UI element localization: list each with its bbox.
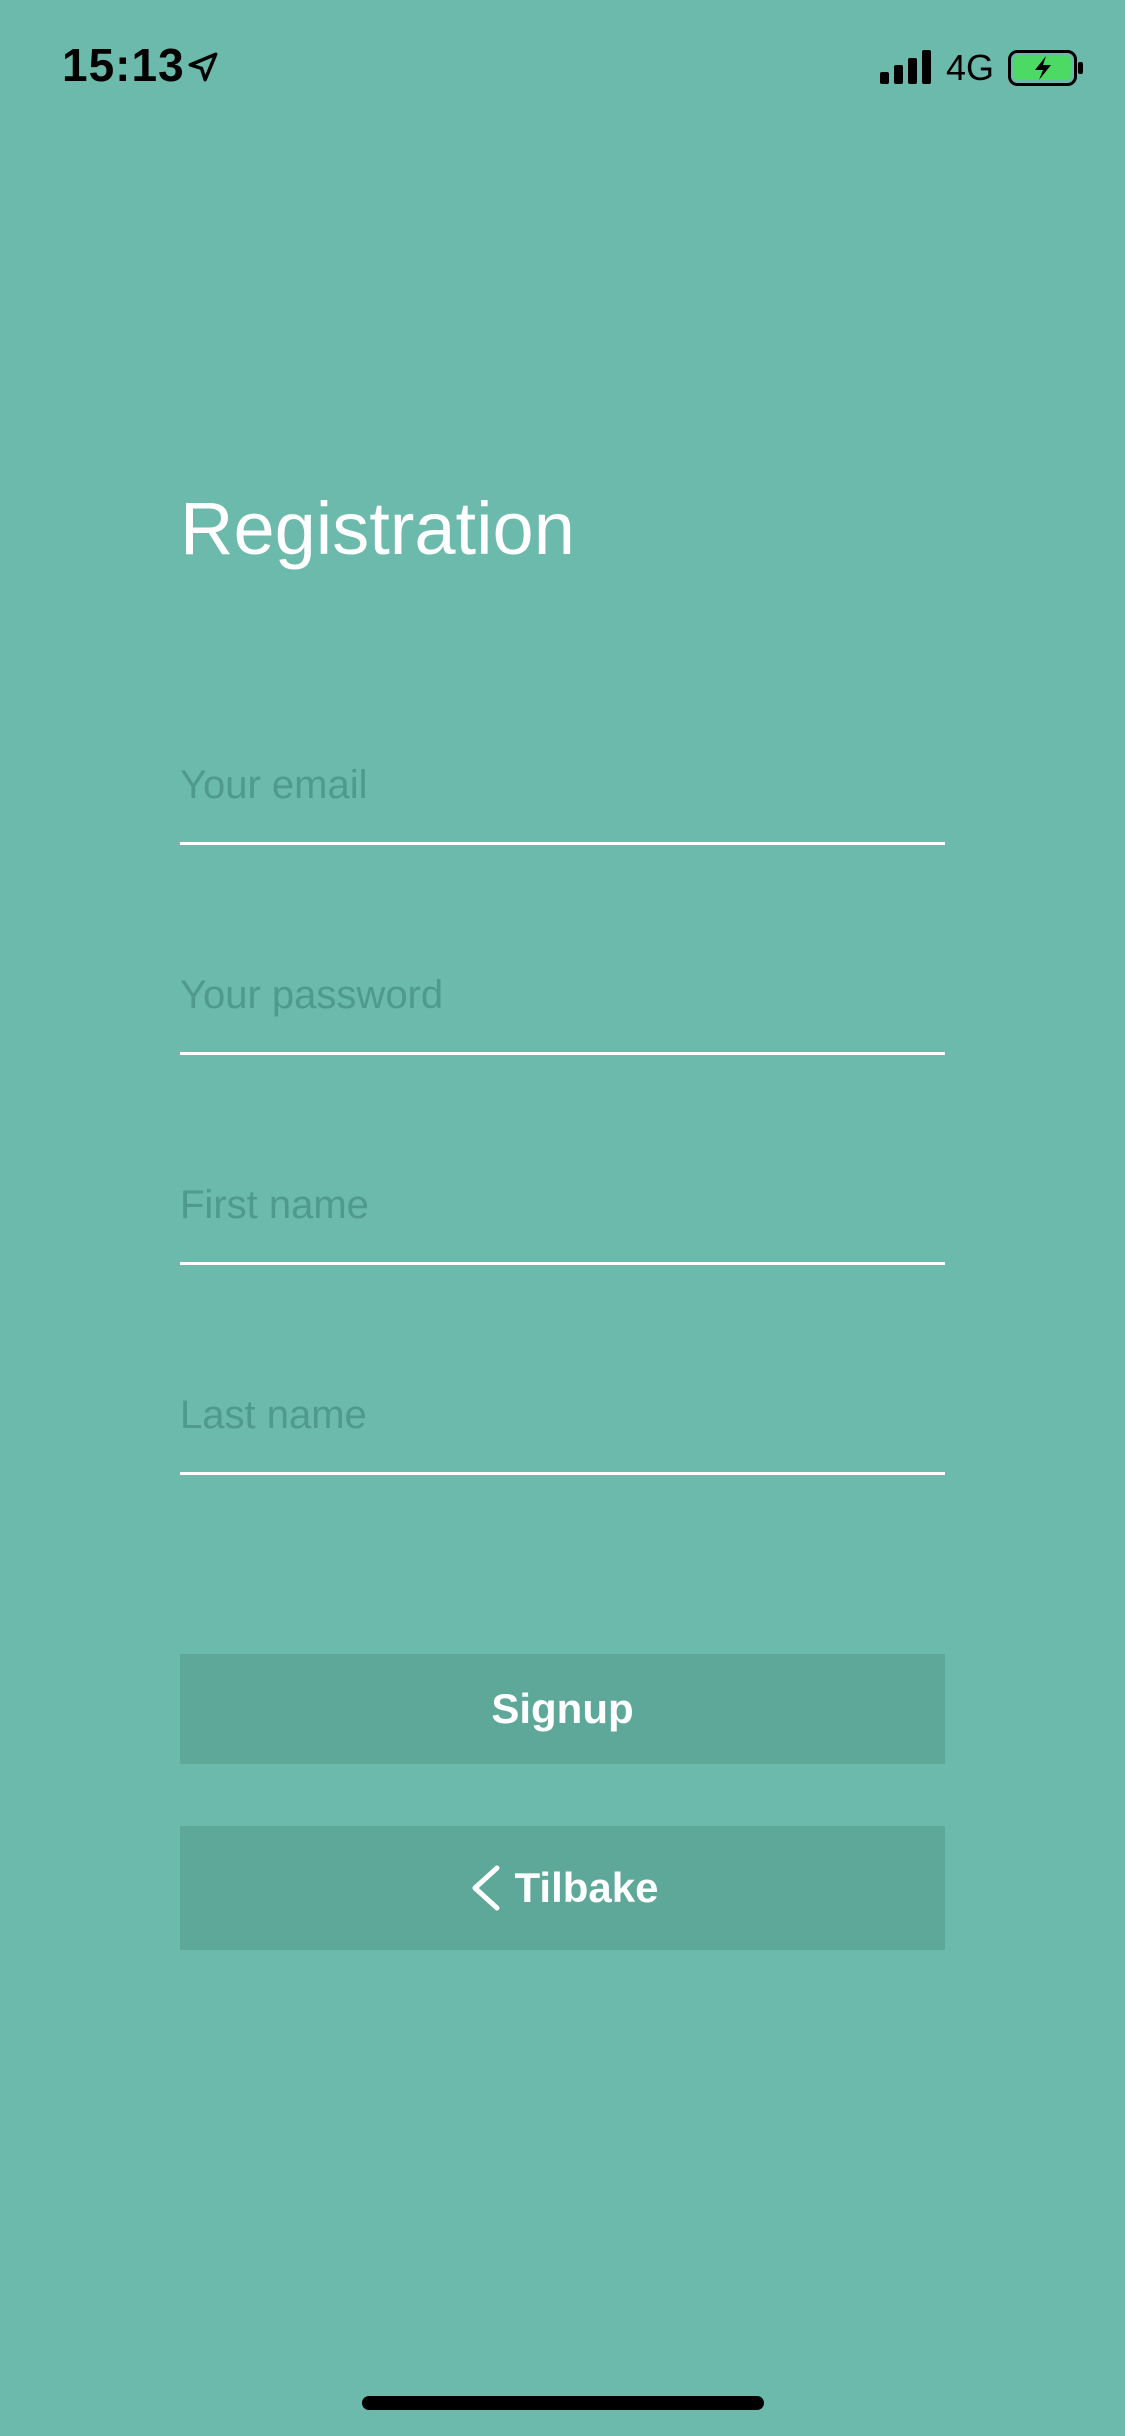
first-name-field[interactable] [180, 1170, 945, 1240]
first-name-field-container [180, 1152, 945, 1265]
email-field-container [180, 732, 945, 845]
last-name-field[interactable] [180, 1380, 945, 1450]
back-button-label: Tilbake [514, 1864, 659, 1911]
cellular-signal-icon [880, 50, 931, 84]
status-time: 15:13 [62, 39, 185, 91]
signup-button-label: Signup [491, 1685, 634, 1732]
network-type-label: 4G [946, 47, 995, 88]
status-bar: 15:13 4G [0, 0, 1125, 140]
battery-charging-icon [1008, 50, 1083, 86]
chevron-left-icon [472, 1865, 500, 1911]
signup-button[interactable]: Signup [180, 1654, 945, 1764]
page-title: Registration [180, 487, 575, 570]
password-field[interactable] [180, 960, 945, 1030]
email-field[interactable] [180, 750, 945, 820]
back-button[interactable]: Tilbake [180, 1826, 945, 1950]
home-indicator[interactable] [362, 2396, 764, 2410]
password-field-container [180, 942, 945, 1055]
last-name-field-container [180, 1362, 945, 1475]
location-arrow-icon [188, 52, 218, 82]
